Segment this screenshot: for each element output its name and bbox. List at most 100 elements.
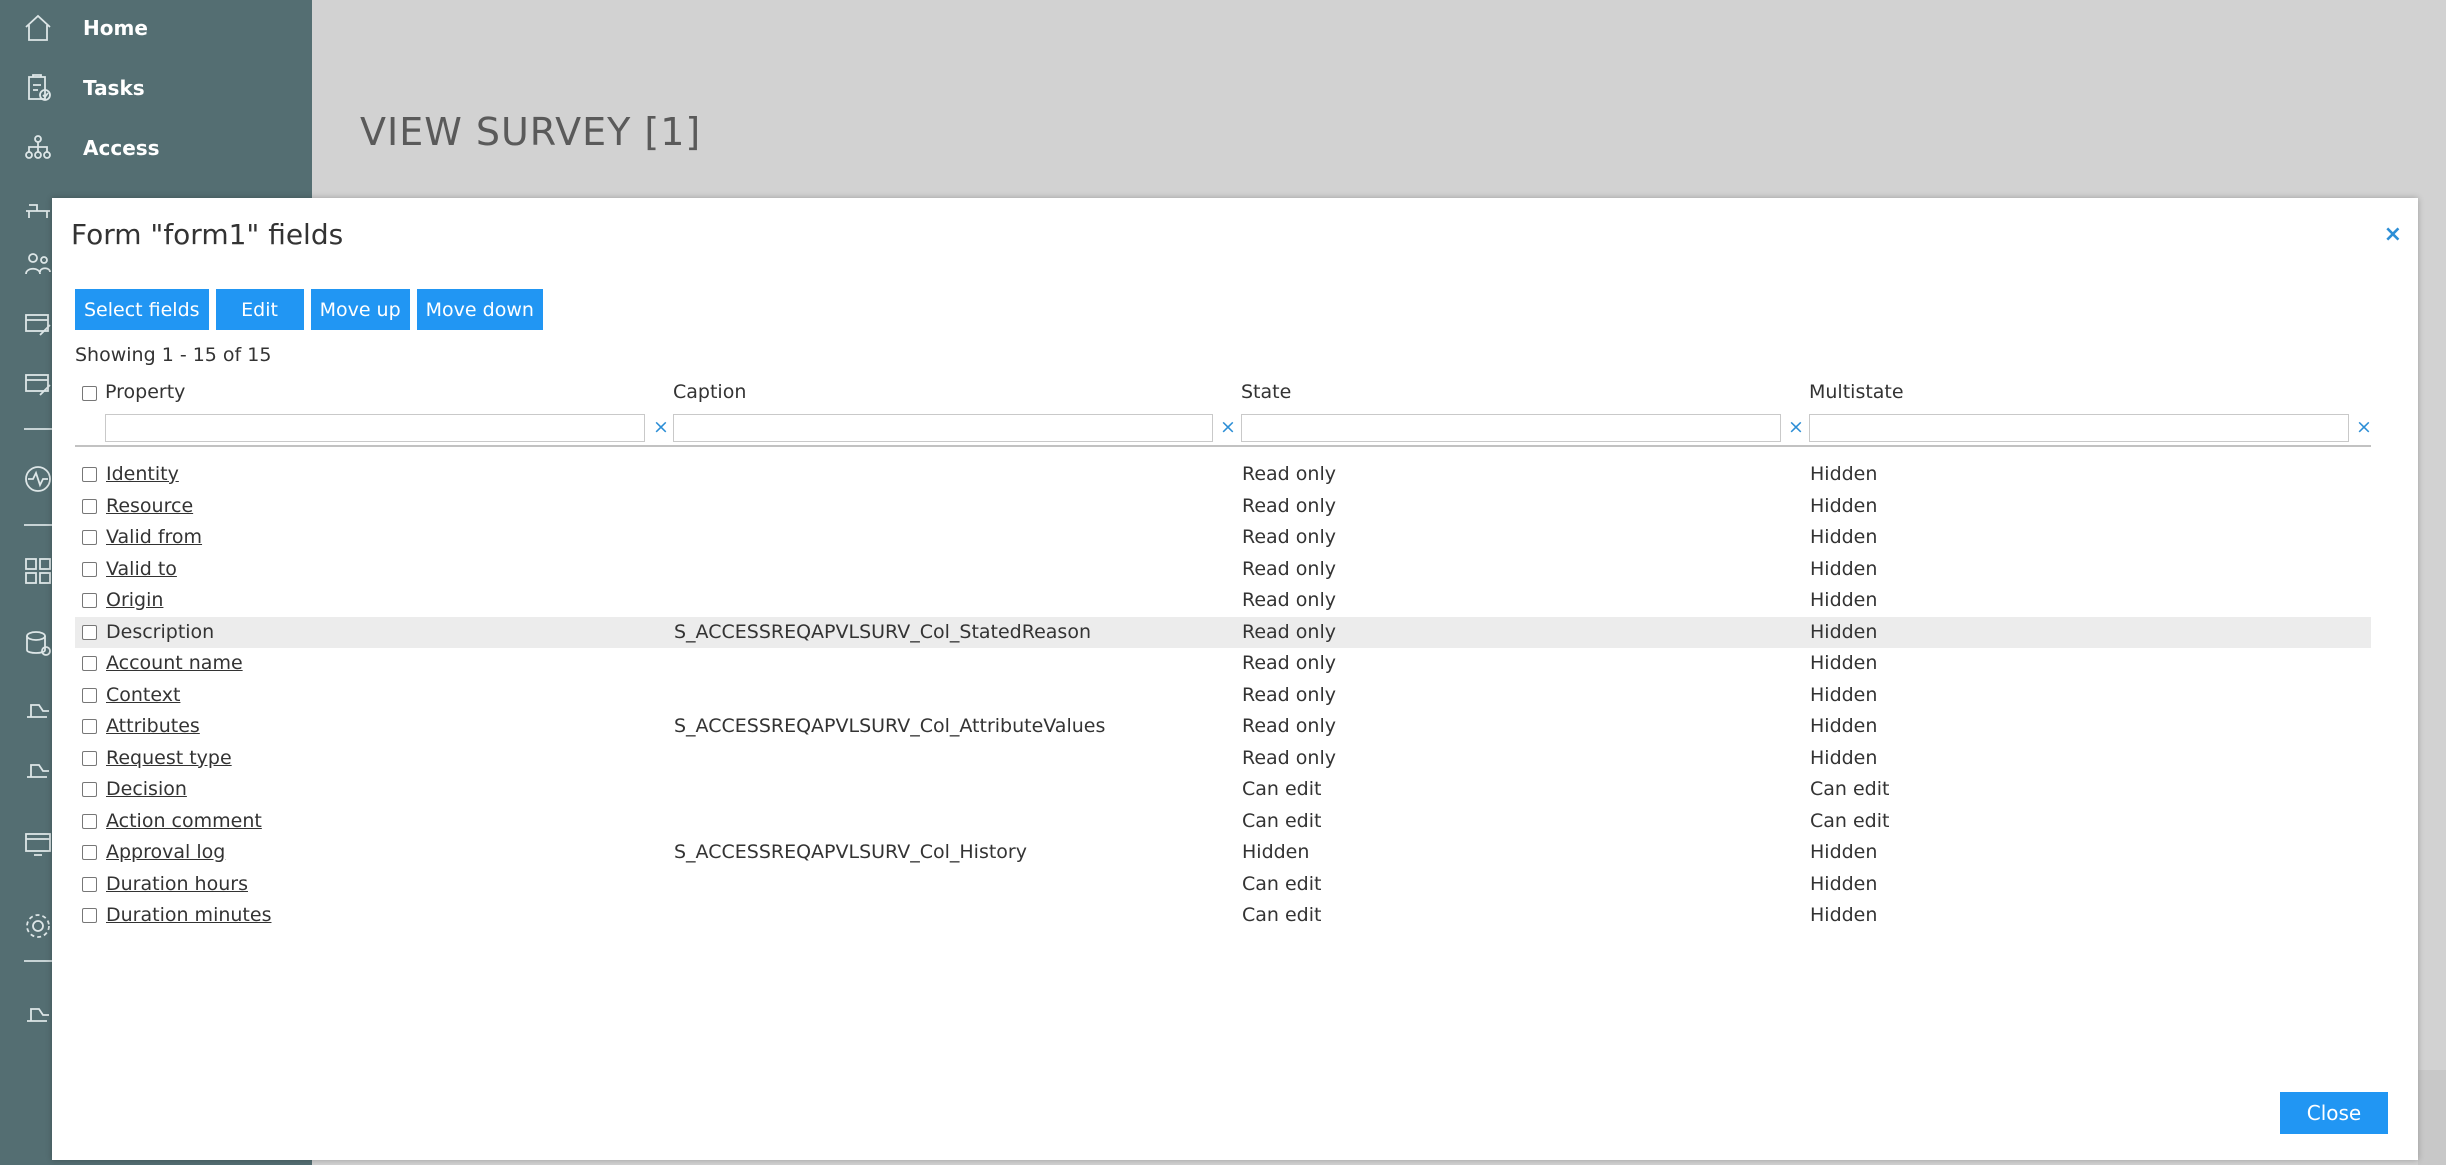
table-row[interactable]: Valid from Read only Hidden bbox=[75, 522, 2371, 554]
state-cell: Read only bbox=[1242, 746, 1336, 769]
table-header: Property Caption State Multistate bbox=[75, 381, 2371, 411]
database-icon[interactable] bbox=[22, 628, 54, 660]
row-checkbox[interactable] bbox=[82, 908, 97, 923]
property-cell[interactable]: Duration hours bbox=[106, 873, 248, 895]
row-checkbox[interactable] bbox=[82, 687, 97, 703]
state-cell: Hidden bbox=[1242, 841, 1310, 863]
sidebar-item-home[interactable]: Home bbox=[0, 0, 312, 60]
card-edit-icon-2[interactable] bbox=[22, 368, 54, 400]
multistate-cell: Hidden bbox=[1810, 557, 1878, 580]
column-header-state[interactable]: State bbox=[1241, 381, 1291, 403]
row-checkbox[interactable] bbox=[82, 593, 97, 608]
grid-icon[interactable] bbox=[22, 555, 54, 587]
table-row[interactable]: Decision Can edit Can edit bbox=[75, 774, 2371, 806]
row-checkbox[interactable] bbox=[82, 750, 97, 766]
table-row[interactable]: Request type Read only Hidden bbox=[75, 743, 2371, 775]
property-cell[interactable]: Valid from bbox=[106, 526, 202, 548]
state-cell: Can edit bbox=[1242, 872, 1322, 895]
property-cell[interactable]: Origin bbox=[106, 589, 163, 611]
row-checkbox[interactable] bbox=[82, 876, 97, 892]
property-cell[interactable]: Resource bbox=[106, 495, 193, 517]
state-filter-input[interactable] bbox=[1241, 414, 1781, 442]
state-cell: Read only bbox=[1242, 620, 1336, 643]
row-checkbox[interactable] bbox=[82, 530, 97, 545]
clear-filter-icon[interactable]: × bbox=[1220, 416, 1236, 438]
desk-icon[interactable] bbox=[22, 190, 54, 222]
property-cell[interactable]: Account name bbox=[106, 652, 243, 674]
hand-icon-2[interactable] bbox=[22, 750, 54, 782]
property-cell[interactable]: Attributes bbox=[106, 715, 200, 737]
table-row[interactable]: Attributes S_ACCESSREQAPVLSURV_Col_Attrib… bbox=[75, 711, 2371, 743]
row-checkbox[interactable] bbox=[82, 624, 97, 640]
table-row[interactable]: Action comment Can edit Can edit bbox=[75, 806, 2371, 838]
screen-icon[interactable] bbox=[22, 828, 54, 860]
clear-filter-icon[interactable]: × bbox=[1788, 416, 1804, 438]
column-header-property[interactable]: Property bbox=[105, 381, 185, 403]
caption-cell: S_ACCESSREQAPVLSURV_Col_StatedReason bbox=[674, 620, 1091, 643]
close-button[interactable]: Close bbox=[2280, 1092, 2388, 1134]
card-edit-icon[interactable] bbox=[22, 308, 54, 340]
table-row[interactable]: Account name Read only Hidden bbox=[75, 648, 2371, 680]
table-row[interactable]: Duration hours Can edit Hidden bbox=[75, 869, 2371, 901]
state-cell: Read only bbox=[1242, 652, 1336, 674]
table-row[interactable]: Description S_ACCESSREQAPVLSURV_Col_State… bbox=[75, 616, 2371, 648]
table-row[interactable]: Approval log S_ACCESSREQAPVLSURV_Col_Hist… bbox=[75, 837, 2371, 869]
row-checkbox[interactable] bbox=[82, 845, 97, 860]
sidebar-item-tasks[interactable]: Tasks bbox=[0, 58, 312, 118]
table-row[interactable]: Origin Read only Hidden bbox=[75, 585, 2371, 617]
row-checkbox[interactable] bbox=[82, 498, 97, 514]
caption-filter-input[interactable] bbox=[673, 414, 1213, 442]
people-icon[interactable] bbox=[22, 248, 54, 280]
page-edge bbox=[2418, 1070, 2446, 1165]
multistate-cell: Hidden bbox=[1810, 463, 1878, 485]
multistate-cell: Hidden bbox=[1810, 715, 1878, 737]
state-cell: Read only bbox=[1242, 526, 1336, 548]
table-row[interactable]: Valid to Read only Hidden bbox=[75, 554, 2371, 586]
move-up-button[interactable]: Move up bbox=[310, 289, 410, 330]
column-header-caption[interactable]: Caption bbox=[673, 381, 746, 403]
sidebar-item-label: Tasks bbox=[83, 76, 145, 100]
state-cell: Read only bbox=[1242, 494, 1336, 517]
table-row[interactable]: Identity Read only Hidden bbox=[75, 459, 2371, 491]
multistate-cell: Can edit bbox=[1810, 809, 1890, 832]
state-cell: Read only bbox=[1242, 683, 1336, 706]
table-row[interactable]: Duration minutes Can edit Hidden bbox=[75, 900, 2371, 932]
multistate-filter-input[interactable] bbox=[1809, 414, 2349, 442]
move-down-button[interactable]: Move down bbox=[416, 289, 543, 330]
state-cell: Can edit bbox=[1242, 809, 1322, 832]
row-checkbox[interactable] bbox=[82, 719, 97, 734]
property-cell[interactable]: Context bbox=[106, 684, 180, 706]
multistate-cell: Hidden bbox=[1810, 620, 1878, 643]
table-row[interactable]: Resource Read only Hidden bbox=[75, 491, 2371, 523]
property-filter-input[interactable] bbox=[105, 414, 645, 442]
property-cell[interactable]: Request type bbox=[106, 747, 232, 769]
row-checkbox[interactable] bbox=[82, 813, 97, 829]
property-cell[interactable]: Approval log bbox=[106, 841, 225, 863]
sidebar-item-access[interactable]: Access bbox=[0, 118, 312, 178]
property-cell[interactable]: Valid to bbox=[106, 558, 177, 580]
clipboard-check-icon bbox=[22, 72, 54, 104]
property-cell[interactable]: Decision bbox=[106, 778, 187, 800]
close-icon[interactable]: × bbox=[2384, 222, 2402, 247]
row-checkbox[interactable] bbox=[82, 561, 97, 577]
record-count: Showing 1 - 15 of 15 bbox=[75, 344, 272, 366]
property-cell[interactable]: Identity bbox=[106, 463, 179, 485]
hand-icon-3[interactable] bbox=[22, 994, 54, 1026]
gear-icon[interactable] bbox=[22, 910, 54, 942]
state-cell: Read only bbox=[1242, 463, 1336, 485]
activity-icon[interactable] bbox=[22, 463, 54, 495]
select-all-checkbox[interactable] bbox=[82, 386, 97, 401]
property-cell[interactable]: Action comment bbox=[106, 810, 262, 832]
select-fields-button[interactable]: Select fields bbox=[75, 289, 209, 330]
row-checkbox[interactable] bbox=[82, 467, 97, 482]
edit-button[interactable]: Edit bbox=[215, 289, 304, 330]
clear-filter-icon[interactable]: × bbox=[2356, 416, 2372, 438]
row-checkbox[interactable] bbox=[82, 656, 97, 671]
property-cell[interactable]: Duration minutes bbox=[106, 904, 271, 926]
row-checkbox[interactable] bbox=[82, 782, 97, 797]
hand-icon[interactable] bbox=[22, 690, 54, 722]
table-row[interactable]: Context Read only Hidden bbox=[75, 680, 2371, 712]
clear-filter-icon[interactable]: × bbox=[653, 416, 669, 438]
sidebar-divider bbox=[24, 524, 54, 526]
column-header-multistate[interactable]: Multistate bbox=[1809, 381, 1904, 403]
